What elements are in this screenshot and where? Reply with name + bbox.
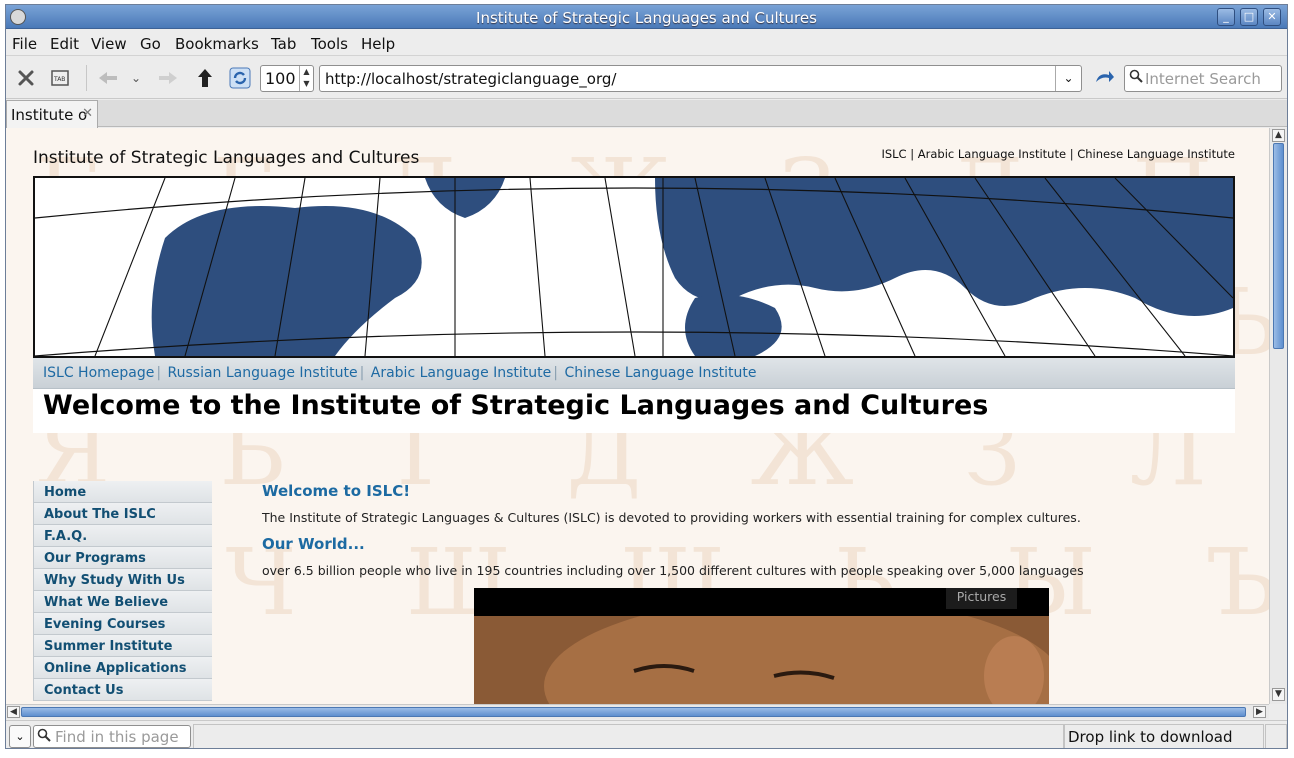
menu-file[interactable]: File	[12, 35, 37, 53]
svg-text:TAB: TAB	[53, 76, 65, 83]
top-links[interactable]: ISLC | Arabic Language Institute | Chine…	[881, 147, 1235, 161]
maximize-button[interactable]: □	[1240, 8, 1258, 26]
status-message	[193, 724, 1064, 748]
close-window-button[interactable]: ✕	[1263, 8, 1281, 26]
scroll-right-icon[interactable]: ▶	[1253, 706, 1266, 718]
sidenav-contact-us[interactable]: Contact Us	[33, 679, 212, 701]
side-navigation: Home About The ISLC F.A.Q. Our Programs …	[33, 481, 212, 701]
page-info-icon[interactable]: TAB	[48, 66, 72, 90]
sidenav-faq[interactable]: F.A.Q.	[33, 525, 212, 547]
toolbar-separator	[86, 65, 87, 91]
tab-bar: Institute o ✕	[6, 100, 1287, 128]
world-map-banner	[33, 176, 1235, 358]
menu-bookmarks[interactable]: Bookmarks	[175, 35, 259, 53]
pictures-label[interactable]: Pictures	[946, 588, 1017, 609]
find-input[interactable]: Find in this page	[33, 725, 191, 748]
navigation-toolbar: TAB ⌄ 100 ▲ ▼ http://localhost/strategicl…	[6, 57, 1287, 99]
world-text: over 6.5 billion people who live in 195 …	[262, 563, 1084, 578]
go-icon[interactable]	[1092, 66, 1116, 90]
search-placeholder: Internet Search	[1145, 70, 1261, 88]
find-placeholder: Find in this page	[55, 728, 179, 746]
search-icon	[1129, 69, 1143, 87]
menu-go[interactable]: Go	[140, 35, 161, 53]
sidenav-our-programs[interactable]: Our Programs	[33, 547, 212, 569]
sidenav-what-we-believe[interactable]: What We Believe	[33, 591, 212, 613]
menu-tools[interactable]: Tools	[311, 35, 348, 53]
sidenav-summer-institute[interactable]: Summer Institute	[33, 635, 212, 657]
main-navbar: ISLC Homepage | Russian Language Institut…	[33, 358, 1235, 389]
browser-window: Institute of Strategic Languages and Cul…	[5, 4, 1288, 749]
window-title: Institute of Strategic Languages and Cul…	[476, 9, 817, 27]
sidenav-about[interactable]: About The ISLC	[33, 503, 212, 525]
url-text: http://localhost/strategiclanguage_org/	[325, 70, 617, 88]
zoom-spinner[interactable]: ▲ ▼	[299, 66, 313, 91]
home-up-icon[interactable]	[193, 66, 217, 90]
menu-edit[interactable]: Edit	[50, 35, 79, 53]
portrait-photo	[474, 596, 1049, 704]
scroll-down-icon[interactable]: ▼	[1272, 688, 1285, 701]
scroll-up-icon[interactable]: ▲	[1272, 129, 1285, 142]
horizontal-scroll-thumb[interactable]	[21, 707, 1246, 717]
world-heading: Our World...	[262, 535, 365, 553]
find-options-chevron-icon[interactable]: ⌄	[9, 725, 31, 748]
stop-icon[interactable]	[14, 66, 38, 90]
drop-link-area[interactable]: Drop link to download	[1064, 724, 1264, 748]
forward-icon[interactable]	[156, 66, 180, 90]
horizontal-scrollbar[interactable]: ◀ ▶	[6, 704, 1269, 719]
site-title: Institute of Strategic Languages and Cul…	[33, 148, 420, 168]
find-search-icon	[37, 728, 51, 746]
menu-help[interactable]: Help	[361, 35, 395, 53]
menu-view[interactable]: View	[91, 35, 127, 53]
back-history-chevron-icon[interactable]: ⌄	[124, 66, 148, 90]
back-icon[interactable]	[96, 66, 120, 90]
scroll-left-icon[interactable]: ◀	[7, 706, 20, 718]
nav-separator: |	[553, 365, 558, 381]
tab-close-icon[interactable]: ✕	[82, 106, 93, 121]
reload-icon[interactable]	[228, 66, 252, 90]
vertical-scroll-thumb[interactable]	[1273, 143, 1284, 349]
sidenav-online-applications[interactable]: Online Applications	[33, 657, 212, 679]
nav-arabic-language-institute[interactable]: Arabic Language Institute	[371, 365, 552, 381]
nav-russian-language-institute[interactable]: Russian Language Institute	[168, 365, 358, 381]
welcome-header: Welcome to the Institute of Strategic La…	[33, 389, 1235, 433]
menu-bar: File Edit View Go Bookmarks Tab Tools He…	[6, 30, 1287, 56]
photo-slideshow[interactable]: Pictures	[474, 588, 1049, 704]
url-history-chevron-icon[interactable]: ⌄	[1055, 66, 1081, 91]
nav-separator: |	[359, 365, 365, 381]
zoom-field[interactable]: 100 ▲ ▼	[260, 65, 314, 92]
tab-institute[interactable]: Institute o ✕	[6, 100, 98, 128]
page-viewport: Б Г Д Ж З Л П Ф Ц Ч Ш Щ Ь Ы Ъ Э Ю Я Б Г …	[6, 128, 1269, 704]
url-input[interactable]: http://localhost/strategiclanguage_org/ …	[319, 65, 1082, 92]
vertical-scrollbar[interactable]: ▲ ▼	[1269, 128, 1287, 704]
nav-chinese-language-institute[interactable]: Chinese Language Institute	[564, 365, 756, 381]
title-bar: Institute of Strategic Languages and Cul…	[6, 5, 1287, 29]
page-heading: Welcome to the Institute of Strategic La…	[43, 390, 989, 421]
search-input[interactable]: Internet Search	[1124, 65, 1282, 92]
sidenav-home[interactable]: Home	[33, 481, 212, 503]
zoom-value: 100	[265, 69, 296, 88]
tab-label: Institute o	[11, 106, 88, 124]
minimize-button[interactable]: _	[1217, 8, 1235, 26]
menu-tab[interactable]: Tab	[271, 35, 296, 53]
nav-islc-homepage[interactable]: ISLC Homepage	[43, 365, 154, 381]
sidenav-evening-courses[interactable]: Evening Courses	[33, 613, 212, 635]
status-bar: ⌄ Find in this page Drop link to downloa…	[6, 720, 1287, 748]
welcome-text: The Institute of Strategic Languages & C…	[262, 510, 1081, 525]
sidenav-why-study[interactable]: Why Study With Us	[33, 569, 212, 591]
welcome-heading: Welcome to ISLC!	[262, 482, 411, 500]
nav-separator: |	[156, 365, 162, 381]
resize-grip[interactable]	[1265, 724, 1287, 748]
